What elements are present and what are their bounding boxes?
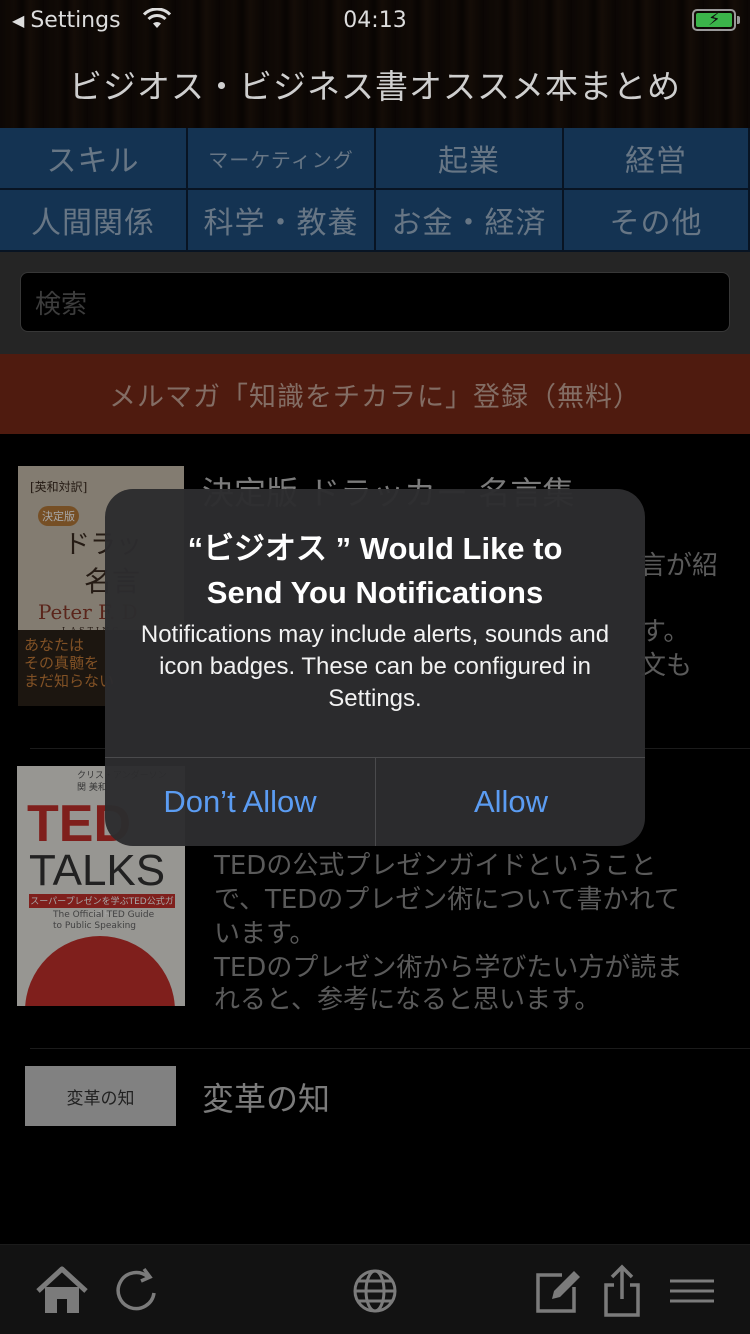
alert-message: Notifications may include alerts, sounds… xyxy=(140,621,610,712)
status-time: 04:13 xyxy=(343,8,407,33)
app-title: ビジオス・ビジネス書オススメ本まとめ xyxy=(69,67,681,106)
status-bar: ◀ Settings 04:13 ⚡ xyxy=(0,0,750,40)
dont-allow-button[interactable]: Don’t Allow xyxy=(105,758,375,846)
battery-icon: ⚡ xyxy=(692,9,740,31)
allow-button[interactable]: Allow xyxy=(376,758,645,846)
charging-bolt-icon: ⚡ xyxy=(708,9,721,30)
alert-title: “ビジオス ” Would Like to Send You Notificat… xyxy=(187,531,563,610)
notification-permission-alert: “ビジオス ” Would Like to Send You Notificat… xyxy=(105,489,645,846)
